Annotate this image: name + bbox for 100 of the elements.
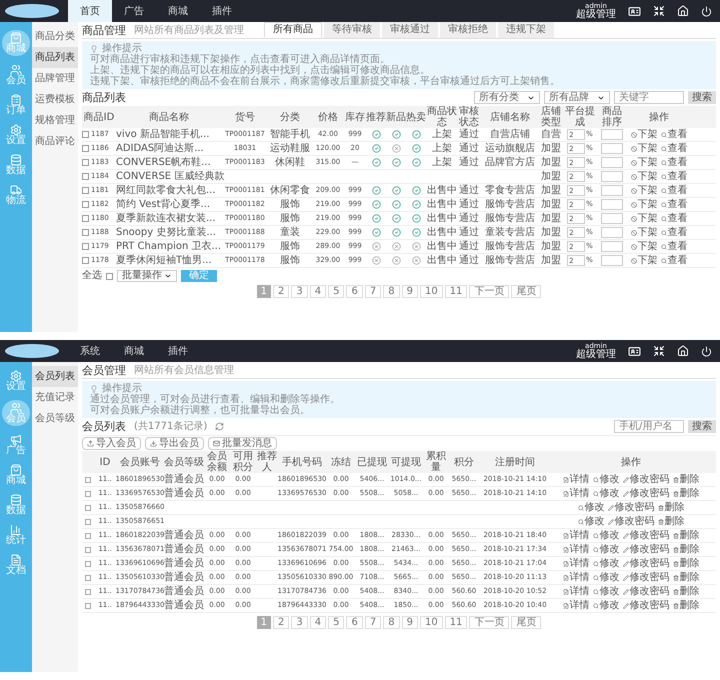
sort-field[interactable] bbox=[601, 171, 623, 182]
cross-icon[interactable] bbox=[412, 256, 420, 265]
filter-select[interactable]: 所有分类 bbox=[474, 91, 540, 104]
action-link[interactable]: 详情 bbox=[562, 558, 590, 568]
home-icon[interactable] bbox=[677, 5, 689, 17]
check-icon[interactable] bbox=[372, 144, 380, 153]
page-button[interactable]: 尾页 bbox=[511, 285, 542, 298]
check-icon[interactable] bbox=[372, 228, 380, 237]
sort-field[interactable] bbox=[601, 143, 623, 154]
shrink-icon[interactable] bbox=[653, 345, 665, 357]
check-icon[interactable] bbox=[412, 186, 420, 195]
batch-select[interactable]: 批量操作 bbox=[117, 270, 177, 282]
submenu-item[interactable]: 充值记录 bbox=[32, 387, 78, 408]
submenu-item[interactable]: 会员列表 bbox=[32, 366, 78, 387]
check-icon[interactable] bbox=[372, 158, 380, 167]
page-button[interactable]: 2 bbox=[272, 616, 290, 629]
sort-field[interactable] bbox=[601, 213, 623, 224]
page-button[interactable]: 5 bbox=[328, 285, 344, 298]
action-link[interactable]: 详情 bbox=[562, 544, 590, 554]
action-link[interactable]: 详情 bbox=[562, 530, 590, 540]
shrink-icon[interactable] bbox=[653, 5, 665, 17]
action-link[interactable]: 修改密码 bbox=[622, 530, 670, 540]
checkbox[interactable] bbox=[82, 257, 89, 264]
sort-field[interactable] bbox=[601, 241, 623, 252]
checkbox[interactable] bbox=[82, 215, 89, 222]
action-link[interactable]: 删除 bbox=[658, 516, 684, 526]
checkbox[interactable] bbox=[82, 187, 89, 194]
sort-field[interactable] bbox=[601, 157, 623, 168]
page-button[interactable]: 6 bbox=[346, 616, 363, 629]
checkbox[interactable] bbox=[82, 159, 89, 166]
page-button[interactable]: 2 bbox=[272, 285, 290, 298]
action-link[interactable]: 查看 bbox=[660, 242, 688, 252]
action-link[interactable]: 修改 bbox=[592, 488, 620, 498]
action-link[interactable]: 下架 bbox=[630, 228, 658, 238]
nav-tab[interactable]: 系统 bbox=[68, 340, 112, 362]
page-button[interactable]: 3 bbox=[291, 285, 308, 298]
action-link[interactable]: 下架 bbox=[630, 172, 658, 182]
action-link[interactable]: 查看 bbox=[660, 144, 688, 154]
check-icon[interactable] bbox=[412, 214, 420, 223]
action-link[interactable]: 下架 bbox=[630, 200, 658, 210]
checkbox[interactable] bbox=[85, 532, 91, 538]
action-link[interactable]: 修改 bbox=[592, 600, 620, 610]
check-icon[interactable] bbox=[372, 200, 380, 209]
action-link[interactable]: 详情 bbox=[562, 488, 590, 498]
action-link[interactable]: 查看 bbox=[660, 228, 688, 238]
check-icon[interactable] bbox=[372, 186, 380, 195]
sort-field[interactable] bbox=[601, 227, 623, 238]
checkbox[interactable] bbox=[82, 145, 89, 152]
action-link[interactable]: 修改 bbox=[592, 586, 620, 596]
submenu-item[interactable]: 商品分类 bbox=[32, 26, 78, 47]
action-link[interactable]: 删除 bbox=[658, 502, 684, 512]
action-link[interactable]: 删除 bbox=[672, 558, 700, 568]
page-button[interactable]: 5 bbox=[328, 616, 344, 629]
page-button[interactable]: 6 bbox=[346, 285, 363, 298]
page-button[interactable]: 10 bbox=[420, 616, 443, 629]
check-icon[interactable] bbox=[392, 186, 400, 195]
checkbox[interactable] bbox=[85, 560, 91, 566]
nav-tab[interactable]: 商城 bbox=[112, 340, 156, 362]
page-button[interactable]: 11 bbox=[444, 285, 468, 298]
tab[interactable]: 等待审核 bbox=[324, 22, 380, 38]
action-link[interactable]: 查看 bbox=[660, 172, 688, 182]
checkbox[interactable] bbox=[85, 518, 91, 524]
action-link[interactable]: 删除 bbox=[672, 474, 700, 484]
checkbox[interactable] bbox=[82, 173, 89, 180]
checkbox[interactable] bbox=[85, 546, 91, 552]
action-link[interactable]: 修改 bbox=[578, 502, 604, 512]
submenu-item[interactable]: 商品列表 bbox=[32, 47, 78, 68]
action-link[interactable]: 修改密码 bbox=[608, 516, 654, 526]
nav-tab[interactable]: 插件 bbox=[200, 0, 244, 22]
action-link[interactable]: 修改 bbox=[592, 558, 620, 568]
page-button[interactable]: 10 bbox=[420, 285, 443, 298]
action-link[interactable]: 下架 bbox=[630, 256, 658, 266]
search-button[interactable]: 搜索 bbox=[688, 91, 716, 104]
action-link[interactable]: 查看 bbox=[660, 186, 688, 196]
check-icon[interactable] bbox=[392, 130, 400, 139]
check-icon[interactable] bbox=[412, 200, 420, 209]
action-link[interactable]: 查看 bbox=[660, 158, 688, 168]
action-link[interactable]: 下架 bbox=[630, 144, 658, 154]
check-icon[interactable] bbox=[412, 130, 420, 139]
check-icon[interactable] bbox=[392, 158, 400, 167]
filter-select[interactable]: 所有品牌 bbox=[544, 91, 610, 104]
action-link[interactable]: 修改密码 bbox=[622, 586, 670, 596]
action-link[interactable]: 详情 bbox=[562, 572, 590, 582]
profile-icon[interactable] bbox=[628, 4, 641, 18]
checkbox[interactable] bbox=[82, 131, 89, 138]
action-link[interactable]: 删除 bbox=[672, 600, 700, 610]
action-link[interactable]: 删除 bbox=[672, 530, 700, 540]
nav-tab[interactable]: 首页 bbox=[68, 0, 112, 22]
action-link[interactable]: 删除 bbox=[672, 572, 700, 582]
page-button[interactable]: 7 bbox=[364, 285, 382, 298]
action-link[interactable]: 查看 bbox=[660, 200, 688, 210]
action-link[interactable]: 删除 bbox=[672, 586, 700, 596]
action-link[interactable]: 修改 bbox=[592, 544, 620, 554]
submenu-item[interactable]: 品牌管理 bbox=[32, 68, 78, 89]
toolbar-button[interactable]: 导出会员 bbox=[145, 437, 204, 450]
action-link[interactable]: 删除 bbox=[672, 544, 700, 554]
checkbox[interactable] bbox=[85, 574, 91, 580]
cross-icon[interactable] bbox=[392, 144, 400, 153]
action-link[interactable]: 详情 bbox=[562, 474, 590, 484]
refresh-icon[interactable] bbox=[215, 422, 224, 431]
